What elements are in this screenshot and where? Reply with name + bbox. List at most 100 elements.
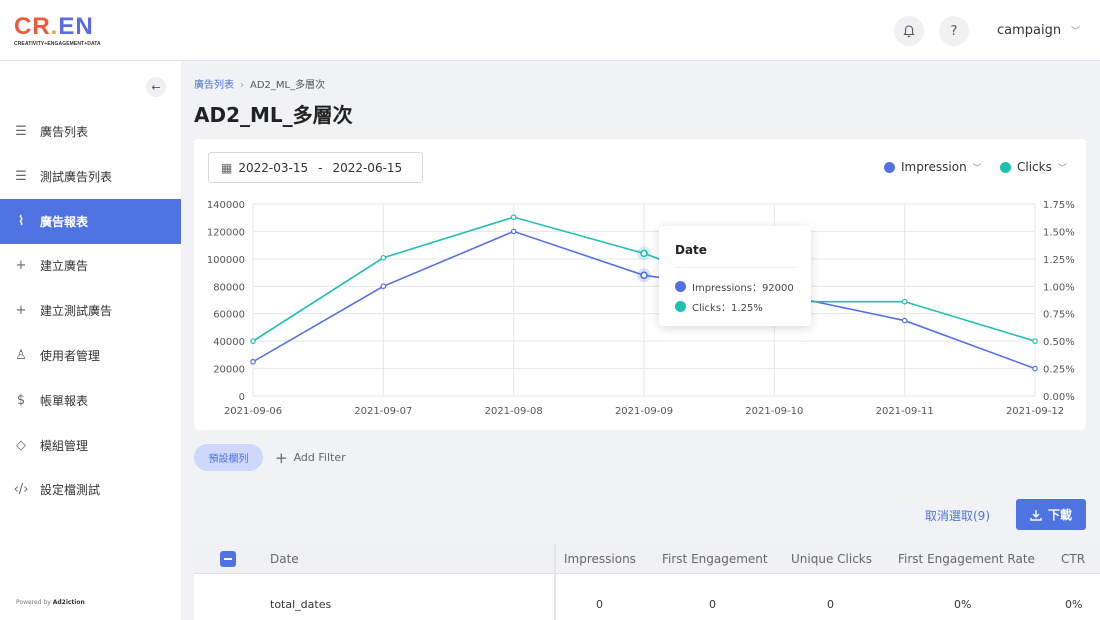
- bell-icon: [903, 24, 915, 37]
- table-cell: 0%: [954, 598, 972, 611]
- metric-label-impression: Impression: [901, 160, 967, 174]
- sidebar-item-8[interactable]: ◇ 模組管理: [0, 423, 181, 468]
- metric-label-clicks: Clicks: [1017, 160, 1052, 174]
- y-right-tick-label: 0.25%: [1043, 365, 1075, 376]
- column-header[interactable]: Date: [270, 552, 299, 566]
- sidebar-item-label: 廣告報表: [40, 214, 89, 229]
- metric-select-impression[interactable]: Impression ﹀: [884, 160, 982, 174]
- column-divider: [554, 544, 556, 620]
- plus-icon: +: [275, 448, 288, 467]
- help-icon: ?: [950, 23, 958, 39]
- sidebar-item-4[interactable]: + 建立廣告: [0, 243, 181, 288]
- table-row: total_dates 0 0 0 0% 0%: [194, 574, 1100, 620]
- date-range-picker[interactable]: ▦ 2022-03-15 - 2022-06-15: [208, 152, 423, 183]
- table-cell: 0: [709, 598, 716, 611]
- tooltip-title: Date: [675, 243, 795, 268]
- sidebar-item-6[interactable]: ♙ 使用者管理: [0, 333, 181, 378]
- sidebar-item-7[interactable]: $ 帳單報表: [0, 378, 181, 423]
- chevron-down-icon: ﹀: [972, 163, 982, 174]
- sidebar-item-9[interactable]: ‹/› 設定檔測試: [0, 467, 181, 512]
- y-right-tick-label: 0.75%: [1043, 310, 1075, 321]
- data-point: [380, 283, 387, 290]
- y-left-tick-label: 140000: [207, 200, 245, 211]
- data-point: [1032, 365, 1038, 372]
- tooltip-dot: [675, 280, 686, 292]
- metric-select-clicks[interactable]: Clicks ﹀: [1000, 160, 1067, 174]
- collapse-sidebar-button[interactable]: ←: [146, 77, 166, 97]
- data-point: [901, 317, 908, 324]
- plus-test-icon: +: [15, 303, 27, 319]
- user-name: campaign: [997, 23, 1062, 38]
- calendar-icon: ▦: [221, 160, 233, 175]
- chart-card: 140000 1.75% 120000 1.50% 100000 1.25% 80000 1.…: [194, 139, 1086, 430]
- sidebar-item-1[interactable]: ☰ 廣告列表: [0, 109, 181, 154]
- report-icon: ⌇: [17, 213, 25, 229]
- column-header[interactable]: CTR: [1061, 552, 1085, 566]
- breadcrumb-root-link[interactable]: 廣告列表: [194, 80, 234, 91]
- y-left-tick-label: 40000: [213, 337, 245, 348]
- sidebar: ← ☰ 廣告列表 ☰ 測試廣告列表 ⌇ 廣告報表 + 建立廣告 + 建立測試廣告 ♙ 使用者管理 $ 帳單…: [0, 61, 181, 620]
- data-point: [510, 214, 517, 220]
- x-tick-label: 2021-09-11: [876, 406, 934, 417]
- column-header[interactable]: First Engagement Rate: [898, 552, 1035, 566]
- column-header[interactable]: Unique Clicks: [791, 552, 872, 566]
- cancel-selection-link[interactable]: 取消選取(9): [925, 507, 990, 524]
- data-point: [901, 298, 908, 305]
- tooltip-dot: [675, 300, 686, 312]
- chevron-down-icon: ﹀: [1071, 27, 1081, 37]
- select-all-checkbox[interactable]: [220, 551, 236, 567]
- user-menu[interactable]: campaign ﹀: [997, 23, 1080, 38]
- filter-row: 預設欄列 + Add Filter: [194, 444, 346, 471]
- y-right-tick-label: 1.50%: [1043, 227, 1075, 238]
- clicks-legend-dot: [1000, 161, 1011, 173]
- column-header[interactable]: First Engagement: [662, 552, 768, 566]
- code-icon: ‹/›: [13, 482, 29, 498]
- help-button[interactable]: ?: [939, 16, 969, 46]
- y-right-tick-label: 0.00%: [1043, 392, 1075, 403]
- data-point: [510, 228, 517, 235]
- download-button[interactable]: 下載: [1016, 499, 1086, 530]
- y-right-tick-label: 1.75%: [1043, 200, 1075, 211]
- data-table: Date Impressions First Engagement Unique…: [194, 544, 1100, 620]
- sidebar-item-2[interactable]: ☰ 測試廣告列表: [0, 154, 181, 199]
- add-filter-button[interactable]: + Add Filter: [275, 449, 346, 467]
- preset-columns-button[interactable]: 預設欄列: [194, 444, 263, 471]
- y-right-tick-label: 1.00%: [1043, 282, 1075, 293]
- sidebar-item-label: 廣告列表: [40, 125, 89, 139]
- x-tick-label: 2021-09-10: [745, 406, 803, 417]
- download-icon: [1030, 509, 1042, 521]
- x-tick-label: 2021-09-12: [1006, 406, 1064, 417]
- data-point: [640, 249, 648, 258]
- tooltip-row-clicks: Clicks：1.25%: [675, 296, 795, 316]
- plus-icon: +: [15, 258, 27, 274]
- table-cell: 0: [827, 598, 834, 611]
- x-tick-label: 2021-09-06: [224, 406, 282, 417]
- sidebar-item-5[interactable]: + 建立測試廣告: [0, 288, 181, 333]
- x-tick-label: 2021-09-08: [485, 406, 543, 417]
- logo[interactable]: CR.EN CREATIVITY+ENGAGEMENT+DATA: [14, 15, 110, 48]
- sidebar-item-3[interactable]: ⌇ 廣告報表: [0, 198, 181, 244]
- table-cell: total_dates: [270, 598, 332, 611]
- column-header[interactable]: Impressions: [564, 552, 636, 566]
- date-separator: -: [318, 160, 323, 175]
- arrow-left-icon: ←: [151, 80, 161, 94]
- y-left-tick-label: 120000: [207, 227, 245, 238]
- table-cell: 0: [596, 598, 603, 611]
- chevron-right-icon: ›: [240, 80, 244, 91]
- data-point: [380, 254, 387, 261]
- data-point: [250, 358, 256, 365]
- table-cell: 0%: [1065, 598, 1083, 611]
- notification-button[interactable]: [894, 16, 924, 46]
- minus-icon: [224, 558, 232, 560]
- dollar-icon: $: [16, 392, 26, 408]
- breadcrumb-current: AD2_ML_多層次: [250, 80, 326, 91]
- user-icon: ♙: [15, 348, 27, 363]
- logo-subtitle: CREATIVITY+ENGAGEMENT+DATA: [14, 41, 101, 47]
- date-start: 2022-03-15: [238, 160, 309, 175]
- y-right-tick-label: 1.25%: [1043, 255, 1075, 266]
- table-header: Date Impressions First Engagement Unique…: [194, 544, 1100, 574]
- page-title: AD2_ML_多層次: [194, 103, 353, 127]
- data-point: [1032, 338, 1038, 344]
- chart-tooltip: Date Impressions：92000 Clicks：1.25%: [659, 226, 811, 326]
- breadcrumb: 廣告列表 › AD2_ML_多層次: [194, 76, 325, 91]
